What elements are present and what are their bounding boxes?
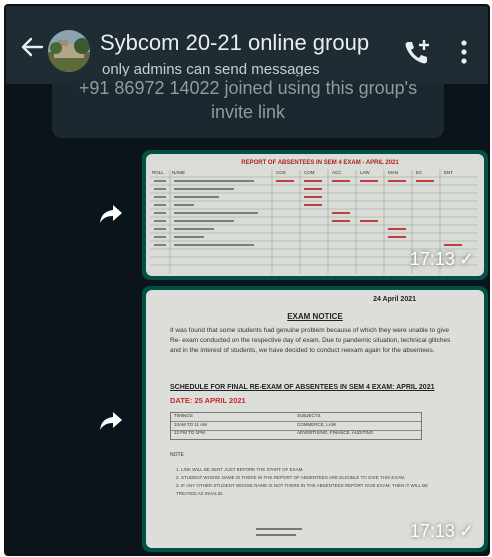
time-text: 17:13 xyxy=(409,249,455,269)
system-message-line1: +91 86972 14022 joined using this group'… xyxy=(78,78,418,98)
notice-item: 1. LINK WILL BE SENT JUST BEFORE THE STA… xyxy=(176,467,304,472)
notice-schedule: SCHEDULE FOR FINAL RE-EXAM OF ABSENTEES … xyxy=(170,384,435,391)
notice-date: 24 April 2021 xyxy=(373,296,416,303)
forward-icon[interactable] xyxy=(98,410,124,432)
system-message-line2: invite link xyxy=(210,102,286,122)
table-cell: 12 PM TO 1PM xyxy=(174,430,205,435)
chat-window: Sybcom 20-21 online group only admins ca… xyxy=(4,4,490,556)
exam-notice-image[interactable]: 24 April 2021 EXAM NOTICE It was found t… xyxy=(146,290,484,548)
sent-check-icon: ✓ xyxy=(458,249,474,269)
time-text: 17:13 xyxy=(409,521,455,541)
notice-heading: EXAM NOTICE xyxy=(287,312,343,321)
table-cell: ADVERTISING, FINANCE, AUDITING xyxy=(297,430,374,435)
report-title: REPORT OF ABSENTEES IN SEM 4 EXAM - APRI… xyxy=(241,160,399,166)
notice-note-label: NOTE xyxy=(170,452,184,458)
table-row: 12 PM TO 1PM ADVERTISING, FINANCE, AUDIT… xyxy=(171,430,421,438)
system-message: +91 86972 14022 joined using this group'… xyxy=(52,76,444,138)
schedule-table: TIMINGS SUBJECTS 10AM TO 11 AM COMMERCE,… xyxy=(170,412,422,440)
image-message[interactable]: 24 April 2021 EXAM NOTICE It was found t… xyxy=(142,286,488,552)
notice-body: It was found that some students had genu… xyxy=(170,327,451,354)
notice-item: 2. STUDENT WHOSE NAME IS THERE IN THE RE… xyxy=(176,475,406,480)
group-title[interactable]: Sybcom 20-21 online group xyxy=(100,30,369,56)
back-arrow-icon[interactable] xyxy=(20,36,44,58)
message-time: 17:13 ✓ xyxy=(410,521,474,542)
notice-list: 1. LINK WILL BE SENT JUST BEFORE THE STA… xyxy=(176,466,436,498)
table-cell: 10AM TO 11 AM xyxy=(174,422,207,427)
group-avatar[interactable] xyxy=(48,30,90,72)
notice-exam-date: DATE: 25 APRIL 2021 xyxy=(170,396,246,405)
signature-block xyxy=(256,528,302,536)
chat-header: Sybcom 20-21 online group only admins ca… xyxy=(6,6,488,84)
more-vert-icon[interactable] xyxy=(460,40,468,64)
table-row: TIMINGS SUBJECTS xyxy=(171,413,421,422)
table-cell: COMMERCE, LAW xyxy=(297,422,336,427)
table-cell: SUBJECTS xyxy=(297,413,321,418)
message-time: 17:13 ✓ xyxy=(410,249,474,270)
add-call-icon[interactable] xyxy=(402,38,432,66)
forward-icon[interactable] xyxy=(98,203,124,225)
sent-check-icon: ✓ xyxy=(458,521,474,541)
table-cell: TIMINGS xyxy=(174,413,193,418)
image-message[interactable]: REPORT OF ABSENTEES IN SEM 4 EXAM - APRI… xyxy=(142,150,488,280)
notice-item: 3. IF ANY OTHER STUDENT WHOSE NAME IS NO… xyxy=(176,483,429,496)
